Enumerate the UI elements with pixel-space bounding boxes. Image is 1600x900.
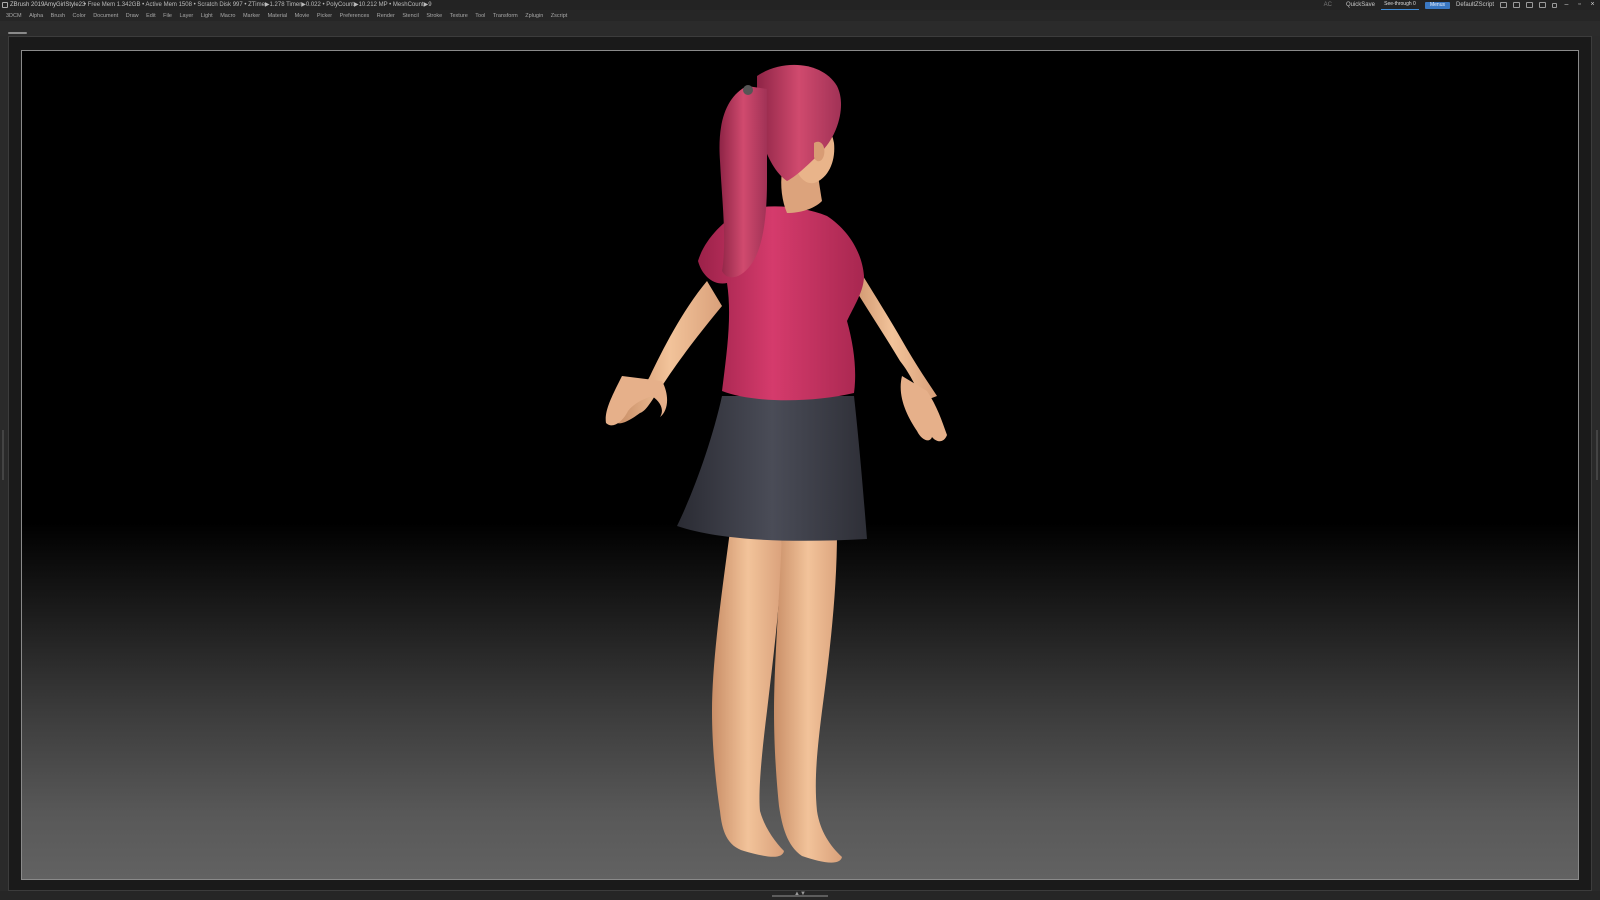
see-through-label: See-through 0 <box>1384 0 1416 7</box>
hair-tie <box>743 85 753 95</box>
menu-zplugin[interactable]: Zplugin <box>525 13 543 19</box>
left-hand <box>605 376 668 426</box>
menu-brush[interactable]: Brush <box>51 13 65 19</box>
close-icon[interactable]: × <box>1589 0 1596 10</box>
menu-draw[interactable]: Draw <box>126 13 139 19</box>
menu-light[interactable]: Light <box>201 13 213 19</box>
user-layout-icon[interactable] <box>1539 2 1546 8</box>
menu-material[interactable]: Material <box>268 13 288 19</box>
zbrush-logo-icon <box>2 2 8 8</box>
default-zscript-button[interactable]: DefaultZScript <box>1456 0 1494 10</box>
quicksave-button[interactable]: QuickSave <box>1346 0 1375 10</box>
menu-macro[interactable]: Macro <box>220 13 235 19</box>
menu-texture[interactable]: Texture <box>450 13 468 19</box>
expand-arrows-icon[interactable]: ▲▼ <box>794 891 806 897</box>
menu-file[interactable]: File <box>163 13 172 19</box>
right-leg <box>774 531 842 863</box>
left-leg <box>712 531 784 857</box>
document-name: AmyGirlStyle23 <box>44 2 86 8</box>
shirt <box>698 206 864 401</box>
menu-zscript[interactable]: Zscript <box>551 13 568 19</box>
bottom-shelf: ▲▼ <box>0 891 1600 900</box>
menu-layer[interactable]: Layer <box>179 13 193 19</box>
title-bar: ZBrush 2019 AmyGirlStyle23 • Free Mem 1.… <box>0 0 1600 10</box>
menu-edit[interactable]: Edit <box>146 13 155 19</box>
see-through-slider[interactable]: See-through 0 <box>1380 0 1419 10</box>
character-figure <box>605 64 947 863</box>
lock-icon[interactable] <box>1552 2 1557 8</box>
top-shelf <box>0 21 1600 36</box>
menu-3dcm[interactable]: 3DCM <box>6 13 22 19</box>
character-model[interactable] <box>22 51 1579 880</box>
layout-icon[interactable] <box>1500 2 1507 8</box>
menus-toggle[interactable]: Menus <box>1424 1 1450 9</box>
main-menu-bar: 3DCM Alpha Brush Color Document Draw Edi… <box>0 10 1600 21</box>
skirt <box>677 396 867 541</box>
brush-view-icon[interactable] <box>1526 2 1533 8</box>
left-tray-grip[interactable] <box>2 430 4 480</box>
ui-layout-icon[interactable] <box>1513 2 1520 8</box>
ac-button[interactable]: AC <box>1324 0 1332 10</box>
menu-marker[interactable]: Marker <box>243 13 260 19</box>
menu-preferences[interactable]: Preferences <box>340 13 370 19</box>
menu-document[interactable]: Document <box>93 13 118 19</box>
menu-color[interactable]: Color <box>73 13 86 19</box>
menu-alpha[interactable]: Alpha <box>29 13 43 19</box>
menu-stencil[interactable]: Stencil <box>402 13 419 19</box>
maximize-icon[interactable]: ▫ <box>1576 0 1583 10</box>
menu-stroke[interactable]: Stroke <box>426 13 442 19</box>
document-canvas[interactable] <box>21 50 1579 880</box>
app-title: ZBrush 2019 <box>10 2 45 8</box>
right-tray-grip[interactable] <box>1596 430 1598 480</box>
shelf-handle[interactable] <box>8 32 27 34</box>
titlebar-controls: AC QuickSave See-through 0 Menus Default… <box>1324 0 1600 10</box>
menu-transform[interactable]: Transform <box>493 13 518 19</box>
memory-stats: • Free Mem 1.342GB • Active Mem 1508 • S… <box>84 2 432 8</box>
menu-picker[interactable]: Picker <box>317 13 332 19</box>
menu-tool[interactable]: Tool <box>475 13 485 19</box>
menu-movie[interactable]: Movie <box>295 13 310 19</box>
minimize-icon[interactable]: – <box>1563 0 1570 10</box>
menu-render[interactable]: Render <box>377 13 395 19</box>
